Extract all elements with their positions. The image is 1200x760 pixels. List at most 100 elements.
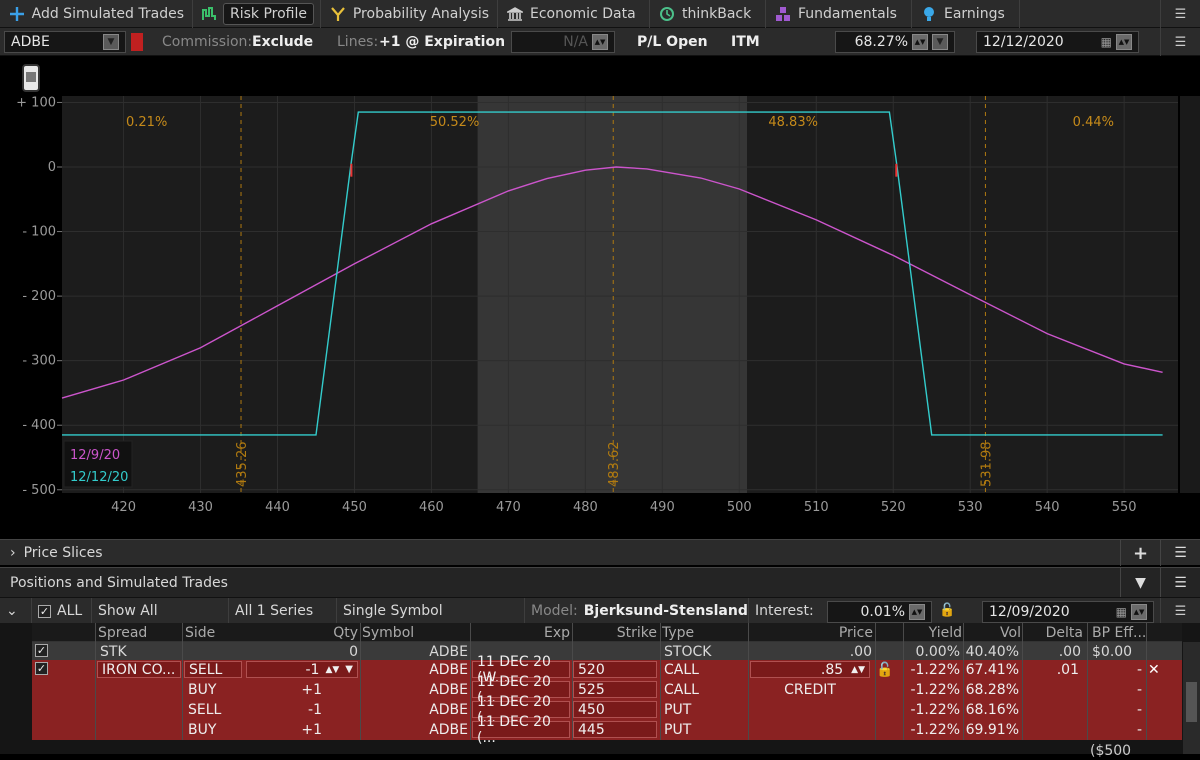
add-slice-icon[interactable]: + — [1120, 540, 1160, 566]
tab-earnings[interactable]: Earnings — [912, 0, 1020, 28]
snapshot-icon[interactable] — [22, 64, 40, 92]
symbol-mode-filter[interactable]: Single Symbol — [337, 598, 525, 624]
stepper-icon[interactable]: ▲▼ — [909, 604, 925, 620]
footer-bp-value: ($500 — [1090, 742, 1132, 759]
column-header: Side — [185, 624, 216, 641]
column-divider — [1146, 623, 1147, 740]
tab-add-simulated-trades[interactable]: Add Simulated Trades — [0, 0, 193, 28]
series-filter[interactable]: All 1 Series — [229, 598, 337, 624]
stk-yield: 0.00% — [915, 643, 960, 660]
column-header: Yield — [928, 624, 962, 641]
leg-vol: 67.41% — [965, 661, 1019, 678]
calendar-icon[interactable]: ▦ — [1116, 605, 1127, 619]
y-tick-label: - 300 — [22, 354, 56, 369]
symbol-selector[interactable]: ADBE ▼ — [4, 31, 126, 53]
std-dev-label: 435.26 — [235, 442, 250, 488]
y-tick-label: - 200 — [22, 289, 56, 304]
tabs-menu-icon[interactable]: ☰ — [1160, 0, 1200, 28]
interest-input[interactable]: 0.01% ▲▼ — [827, 601, 932, 623]
leg-vol: 68.28% — [965, 681, 1019, 698]
tab-fundamentals[interactable]: Fundamentals — [766, 0, 912, 28]
dropdown-icon[interactable]: ▼ — [932, 34, 948, 50]
tab-economic-data[interactable]: Economic Data — [498, 0, 650, 28]
leg-yield: -1.22% — [910, 681, 960, 698]
leg-yield: -1.22% — [910, 661, 960, 678]
stk-price: .00 — [849, 643, 872, 660]
stepper-icon[interactable]: ▲▼ — [912, 34, 928, 50]
unlock-icon[interactable]: 🔓 — [939, 603, 955, 618]
expiration-selector[interactable]: 11 DEC 20 (... — [472, 714, 570, 746]
probability-input[interactable]: 68.27% ▲▼ ▼ — [835, 31, 955, 53]
stk-spread: STK — [100, 643, 127, 660]
tab-label: Earnings — [944, 6, 1005, 22]
strike-selector[interactable]: 445 — [573, 721, 657, 738]
y-tick-label: - 100 — [22, 225, 56, 240]
positions-menu-icon[interactable]: ☰ — [1160, 568, 1200, 598]
strike-selector[interactable]: 450 — [573, 701, 657, 718]
positions-header: Positions and Simulated Trades ▼ ☰ — [0, 567, 1200, 598]
pl-mode[interactable]: P/L Open — [637, 31, 708, 53]
x-tick-label: 430 — [188, 500, 213, 515]
leg-type: CALL — [664, 681, 699, 698]
commission-value[interactable]: Exclude — [252, 31, 313, 53]
std-dev-label: 531.98 — [979, 442, 994, 488]
column-divider — [182, 623, 183, 740]
stk-delta: .00 — [1058, 643, 1081, 660]
price-slices-header[interactable]: › Price Slices + ☰ — [0, 539, 1200, 566]
column-header: Symbol — [362, 624, 415, 641]
x-tick-label: 460 — [419, 500, 444, 515]
spread-selector[interactable]: IRON CO... — [97, 661, 181, 678]
legend-entry: 12/12/20 — [70, 470, 128, 485]
checkbox-icon[interactable]: ✓ — [38, 604, 51, 618]
probability-label: 48.83% — [768, 115, 818, 130]
all-checkbox-cell[interactable]: ✓ ALL — [32, 598, 92, 624]
expiration-date-input[interactable]: 12/12/2020 ▦ ▲▼ — [976, 31, 1139, 53]
top-tab-bar: Add Simulated Trades Risk Profile Probab… — [0, 0, 1200, 28]
stepper-icon[interactable]: ▲▼ — [1131, 604, 1147, 620]
itm-mode[interactable]: ITM — [731, 31, 760, 53]
controls-menu-icon[interactable]: ☰ — [1160, 28, 1200, 56]
quantity-stepper[interactable]: -1 ▲▼ ▼ — [246, 661, 358, 678]
column-divider — [963, 623, 964, 740]
leg-yield: -1.22% — [910, 701, 960, 718]
na-input[interactable]: N/A ▲▼ — [511, 31, 615, 53]
strike-selector[interactable]: 525 — [573, 681, 657, 698]
x-tick-label: 540 — [1035, 500, 1060, 515]
tab-thinkback[interactable]: thinkBack — [650, 0, 766, 28]
stk-bp: $0.00 — [1092, 643, 1133, 660]
filter-menu-icon[interactable]: ☰ — [1160, 598, 1200, 624]
side-selector[interactable]: SELL — [184, 661, 242, 678]
stepper-icon[interactable]: ▲▼ — [592, 34, 608, 50]
column-divider — [660, 623, 661, 740]
y-tick-label: + 100 — [16, 96, 56, 110]
collapse-icon[interactable]: ▼ — [1120, 568, 1160, 598]
legend-entry: 12/9/20 — [70, 448, 120, 463]
model-selector[interactable]: Model: Bjerksund-Stensland — [525, 598, 749, 624]
stepper-icon[interactable]: ▲▼ — [1116, 34, 1132, 50]
interest-label: Interest: — [755, 603, 814, 619]
tab-risk-profile[interactable]: Risk Profile — [193, 0, 321, 28]
analysis-date-input[interactable]: 12/09/2020 ▦ ▲▼ — [982, 601, 1154, 623]
na-value: N/A — [563, 34, 588, 50]
show-filter[interactable]: Show All — [92, 598, 229, 624]
remove-trade-icon[interactable]: ✕ — [1148, 660, 1164, 679]
unlock-icon[interactable]: 🔓 — [876, 660, 898, 679]
tab-label: Probability Analysis — [352, 6, 489, 22]
slices-menu-icon[interactable]: ☰ — [1160, 540, 1200, 566]
strike-selector[interactable]: 520 — [573, 661, 657, 678]
lines-value[interactable]: +1 @ Expiration — [379, 31, 505, 53]
column-header: Qty — [333, 624, 358, 641]
calendar-icon[interactable]: ▦ — [1101, 35, 1112, 49]
bank-icon — [506, 5, 524, 23]
trade-row-checkbox[interactable]: ✓ — [35, 662, 48, 675]
stock-row-checkbox[interactable]: ✓ — [35, 644, 48, 657]
tab-probability-analysis[interactable]: Probability Analysis — [321, 0, 498, 28]
risk-profile-icon — [201, 5, 217, 23]
vertical-scrollbar[interactable] — [1183, 642, 1200, 754]
price-stepper[interactable]: .85 ▲▼ — [750, 661, 870, 678]
alert-flag-icon — [131, 33, 143, 51]
chevron-down-icon[interactable]: ⌄ — [0, 598, 32, 624]
x-tick-label: 450 — [342, 500, 367, 515]
stk-vol: 40.40% — [965, 643, 1019, 660]
leg-symbol: ADBE — [429, 721, 468, 738]
